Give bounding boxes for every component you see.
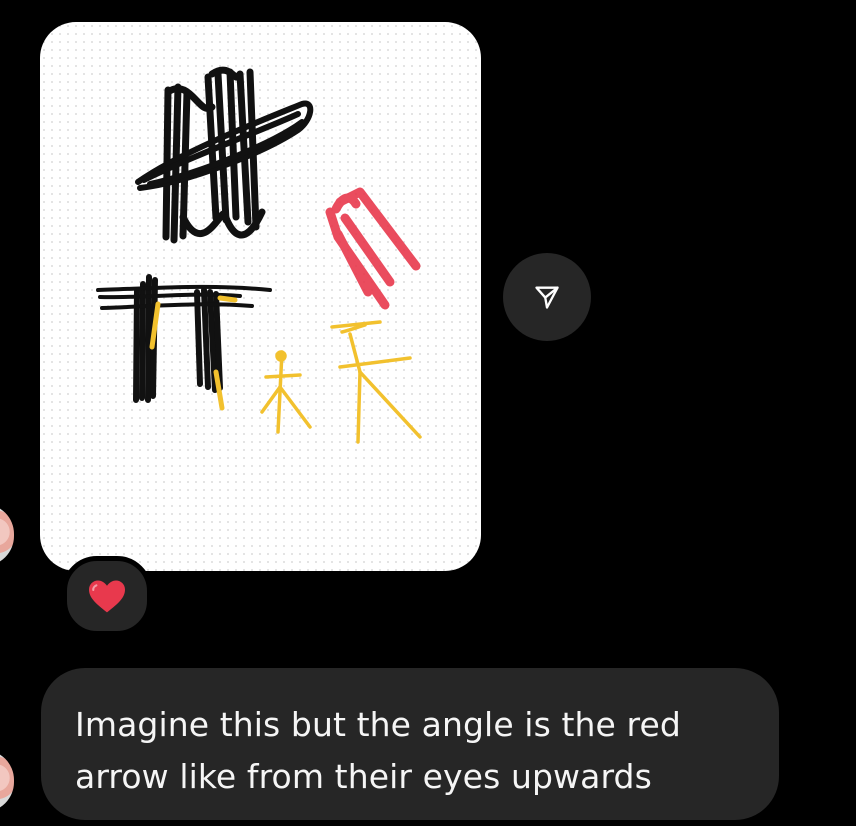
share-button[interactable] <box>503 253 591 341</box>
message-text: Imagine this but the angle is the red ar… <box>75 705 681 796</box>
heart-reaction-icon <box>89 580 125 613</box>
text-message-bubble[interactable]: Imagine this but the angle is the red ar… <box>41 668 779 820</box>
send-paper-plane-icon <box>535 286 559 309</box>
sketch-drawing <box>96 66 422 444</box>
heart-reaction[interactable] <box>62 556 152 636</box>
sender-avatar[interactable] <box>0 750 14 812</box>
chat-screen: Imagine this but the angle is the red ar… <box>0 0 856 826</box>
sender-avatar[interactable] <box>0 504 14 566</box>
image-message[interactable] <box>40 22 481 571</box>
